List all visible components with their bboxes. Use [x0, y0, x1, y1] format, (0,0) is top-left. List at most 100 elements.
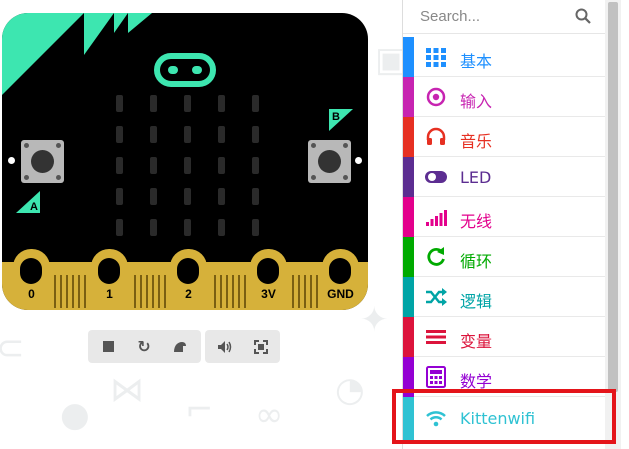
- search-icon[interactable]: [575, 8, 591, 24]
- mute-icon: [218, 340, 232, 353]
- category-label: 基本: [460, 52, 493, 71]
- simulator-view-controls: [205, 330, 280, 363]
- simulator-controls: ↻: [88, 330, 201, 363]
- pin-label: 1: [106, 287, 113, 301]
- led[interactable]: [150, 219, 157, 236]
- list-lines-icon: [426, 330, 446, 344]
- stop-icon: [102, 341, 114, 352]
- pin-label: 3V: [261, 287, 276, 301]
- category-color-stripe: [403, 117, 414, 157]
- category-label: 变量: [460, 332, 493, 351]
- led[interactable]: [184, 188, 191, 205]
- makecode-editor: ⊂ ● ⋈ ⌐ ∞ ◔ ▣ ✦ A B 0 1 2 3V GND ↻ Searc…: [0, 0, 629, 449]
- led[interactable]: [116, 95, 123, 112]
- button-a-side-dot: [8, 157, 15, 164]
- category-color-stripe: [403, 157, 414, 197]
- led[interactable]: [184, 95, 191, 112]
- pin-label: 2: [185, 287, 192, 301]
- category-led[interactable]: LED: [403, 157, 605, 197]
- button-a[interactable]: [21, 140, 64, 183]
- led[interactable]: [218, 95, 225, 112]
- led[interactable]: [252, 188, 259, 205]
- button-a-marker: [16, 191, 40, 213]
- category-label: 循环: [460, 252, 493, 271]
- toggle-icon: [425, 171, 447, 183]
- pin-label: GND: [327, 287, 354, 301]
- led[interactable]: [252, 219, 259, 236]
- button-b[interactable]: [308, 140, 351, 183]
- led[interactable]: [116, 157, 123, 174]
- grid-icon: [426, 48, 446, 67]
- led[interactable]: [116, 219, 123, 236]
- category-variables[interactable]: 变量: [403, 317, 605, 357]
- led[interactable]: [150, 157, 157, 174]
- led[interactable]: [184, 219, 191, 236]
- led[interactable]: [116, 188, 123, 205]
- microbit-logo: [154, 53, 216, 87]
- category-label: 无线: [460, 212, 493, 231]
- mute-button[interactable]: [207, 330, 243, 363]
- board-corner-decoration: [2, 13, 152, 95]
- led[interactable]: [116, 126, 123, 143]
- background-doodle: ◔: [335, 370, 365, 410]
- led[interactable]: [218, 157, 225, 174]
- led[interactable]: [218, 219, 225, 236]
- restart-button[interactable]: ↻: [126, 330, 162, 363]
- category-label: 音乐: [460, 132, 493, 151]
- category-loops[interactable]: 循环: [403, 237, 605, 277]
- category-label: 输入: [460, 92, 493, 111]
- signal-bars-icon: [426, 210, 447, 226]
- button-a-label: A: [30, 201, 38, 213]
- category-color-stripe: [403, 237, 414, 277]
- background-doodle: ⊂: [0, 328, 25, 368]
- search-input[interactable]: Search...: [420, 8, 480, 25]
- led[interactable]: [252, 157, 259, 174]
- restart-icon: ↻: [137, 337, 151, 356]
- slow-mo-button[interactable]: [162, 330, 198, 363]
- led[interactable]: [184, 157, 191, 174]
- category-label: 逻辑: [460, 292, 493, 311]
- background-doodle: ⋈: [110, 370, 144, 410]
- toolbox: Search... 基本 输入 音乐 LED 无线 循环 逻辑 变量 数学 Ki…: [402, 0, 629, 449]
- led[interactable]: [150, 188, 157, 205]
- led[interactable]: [218, 126, 225, 143]
- led[interactable]: [150, 95, 157, 112]
- category-color-stripe: [403, 317, 414, 357]
- category-color-stripe: [403, 37, 414, 77]
- category-radio[interactable]: 无线: [403, 197, 605, 237]
- shuffle-icon: [426, 288, 447, 306]
- led[interactable]: [150, 126, 157, 143]
- target-icon: [426, 87, 446, 107]
- button-b-label: B: [332, 111, 340, 123]
- category-basic[interactable]: 基本: [403, 37, 605, 77]
- button-b-knob[interactable]: [318, 150, 341, 173]
- stop-button[interactable]: [90, 330, 126, 363]
- pin-label: 0: [28, 287, 35, 301]
- microbit-board: A B 0 1 2 3V GND: [2, 13, 368, 310]
- kittenwifi-highlight-box: [392, 389, 616, 444]
- category-input[interactable]: 输入: [403, 77, 605, 117]
- category-color-stripe: [403, 77, 414, 117]
- button-b-side-dot: [355, 157, 362, 164]
- toolbox-search[interactable]: Search...: [403, 0, 605, 34]
- category-label: LED: [460, 168, 492, 187]
- loop-arrow-icon: [427, 247, 445, 266]
- background-doodle: ⌐: [185, 390, 214, 430]
- button-a-knob[interactable]: [31, 150, 54, 173]
- category-color-stripe: [403, 197, 414, 237]
- calculator-icon: [426, 366, 446, 388]
- led[interactable]: [252, 95, 259, 112]
- led[interactable]: [218, 188, 225, 205]
- background-doodle: ∞: [255, 395, 284, 435]
- led[interactable]: [184, 126, 191, 143]
- headphones-icon: [426, 127, 446, 145]
- fullscreen-button[interactable]: [243, 330, 279, 363]
- slow-mo-icon: [174, 341, 186, 352]
- toolbox-scrollbar-thumb[interactable]: [608, 2, 618, 392]
- category-music[interactable]: 音乐: [403, 117, 605, 157]
- fullscreen-icon: [254, 339, 268, 354]
- category-logic[interactable]: 逻辑: [403, 277, 605, 317]
- background-doodle: ●: [60, 395, 90, 435]
- led[interactable]: [252, 126, 259, 143]
- category-color-stripe: [403, 277, 414, 317]
